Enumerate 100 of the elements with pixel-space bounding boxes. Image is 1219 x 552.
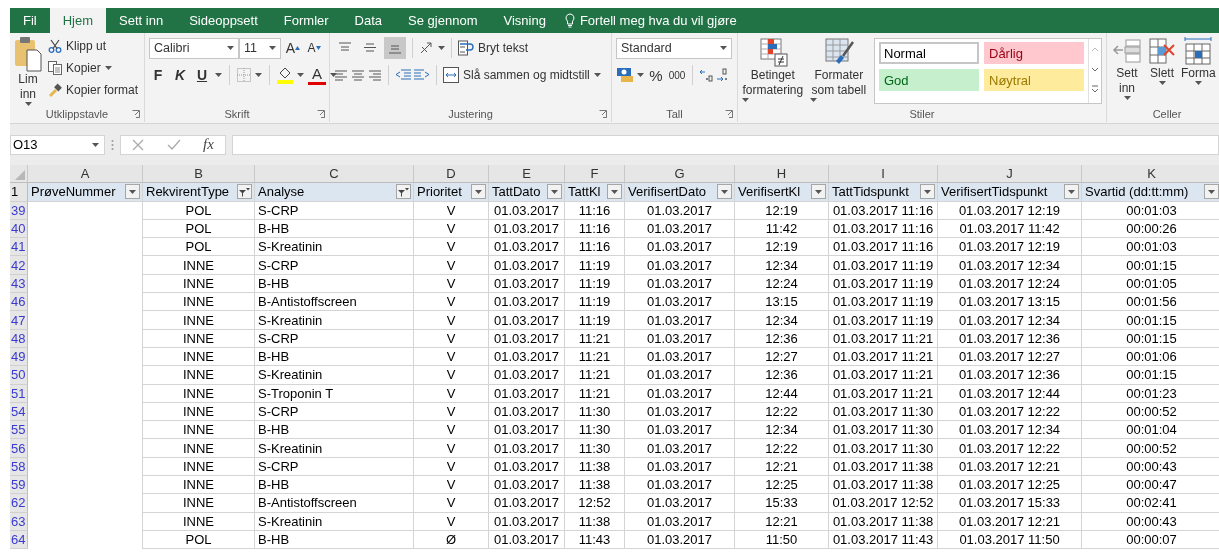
currency-icon[interactable] <box>616 67 634 83</box>
filter-dropdown-button[interactable] <box>471 184 486 200</box>
ribbon-tab[interactable]: Sideoppsett <box>176 8 271 33</box>
bold-button[interactable]: F <box>149 64 167 86</box>
ribbon-tab[interactable]: Data <box>341 8 396 33</box>
cell-style[interactable]: Normal <box>879 42 979 64</box>
filter-dropdown-button[interactable] <box>125 184 140 200</box>
caret-icon[interactable] <box>215 73 222 77</box>
ribbon-tab[interactable]: Se gjennom <box>395 8 491 33</box>
row-number[interactable]: 59 <box>10 476 28 495</box>
caret-icon[interactable] <box>809 98 817 102</box>
check-icon[interactable] <box>166 138 181 151</box>
filter-dropdown-button[interactable] <box>237 184 252 200</box>
row-number[interactable]: 46 <box>10 293 28 312</box>
column-header[interactable]: H <box>735 165 829 184</box>
caret-icon[interactable] <box>1194 81 1202 85</box>
dialog-launcher-icon[interactable] <box>317 109 325 118</box>
caret-icon[interactable] <box>255 73 262 77</box>
caret-icon[interactable] <box>593 73 601 77</box>
dialog-launcher-icon[interactable] <box>725 109 733 118</box>
filter-dropdown-button[interactable] <box>920 184 935 200</box>
column-header[interactable]: D <box>414 165 489 184</box>
dialog-launcher-icon[interactable] <box>599 109 607 118</box>
row-number[interactable]: 56 <box>10 439 28 458</box>
filter-dropdown-button[interactable] <box>1064 184 1079 200</box>
insert-cells-button[interactable]: Sett inn <box>1111 36 1143 105</box>
wrap-text-button[interactable]: Bryt tekst <box>458 38 528 58</box>
caret-icon[interactable] <box>227 46 234 50</box>
left-align-icon[interactable] <box>334 69 348 81</box>
paste-button[interactable]: Lim inn <box>14 36 42 105</box>
caret-icon[interactable] <box>92 142 99 147</box>
underline-button[interactable]: U <box>193 64 211 86</box>
column-header[interactable]: K <box>1082 165 1219 184</box>
filter-dropdown-button[interactable] <box>547 184 562 200</box>
format-painter-button[interactable]: Kopier format <box>48 80 139 100</box>
delete-cells-button[interactable]: Slett <box>1146 36 1178 105</box>
insert-function-button[interactable]: fx <box>202 136 214 153</box>
filter-dropdown-button[interactable] <box>607 184 622 200</box>
cell-style[interactable]: God <box>879 69 979 91</box>
ribbon-tab[interactable]: Formler <box>270 8 342 33</box>
row-number[interactable]: 55 <box>10 421 28 440</box>
shrink-font-button[interactable]: A <box>305 37 323 59</box>
merge-center-button[interactable]: Slå sammen og midtstill <box>443 65 601 85</box>
ribbon-tab[interactable]: Hjem <box>49 8 107 33</box>
tell-me-field[interactable]: Fortell meg hva du vil gjøre <box>579 13 737 28</box>
font-size-dropdown[interactable]: 11 <box>239 37 281 59</box>
orientation-icon[interactable] <box>419 41 435 55</box>
format-as-table-button[interactable]: Formater som tabell <box>809 36 868 105</box>
caret-icon[interactable] <box>104 66 112 70</box>
copy-button[interactable]: Kopier <box>48 58 139 78</box>
column-header[interactable]: E <box>489 165 565 184</box>
decrease-decimal-icon[interactable] <box>716 68 730 82</box>
decrease-indent-icon[interactable] <box>395 69 411 81</box>
increase-decimal-icon[interactable] <box>699 68 713 82</box>
filter-dropdown-button[interactable] <box>1204 184 1219 200</box>
column-header[interactable]: A <box>28 165 143 184</box>
cell-style[interactable]: Dårlig <box>984 42 1084 64</box>
name-box[interactable]: O13 <box>10 134 105 155</box>
row-number[interactable]: 1 <box>10 183 28 202</box>
filter-dropdown-button[interactable] <box>717 184 732 200</box>
cut-button[interactable]: Klipp ut <box>48 36 139 56</box>
column-header[interactable]: C <box>255 165 414 184</box>
column-header[interactable]: I <box>829 165 938 184</box>
caret-icon[interactable] <box>269 46 276 50</box>
column-header[interactable]: J <box>938 165 1082 184</box>
caret-icon[interactable] <box>742 98 749 102</box>
row-number[interactable]: 42 <box>10 256 28 275</box>
filter-dropdown-button[interactable] <box>396 184 411 200</box>
caret-icon[interactable] <box>330 73 337 77</box>
increase-indent-icon[interactable] <box>414 69 430 81</box>
ribbon-tab[interactable]: Visning <box>490 8 559 33</box>
font-color-button[interactable]: A <box>308 65 326 85</box>
column-header[interactable]: B <box>143 165 255 184</box>
format-cells-button[interactable]: Forma <box>1181 36 1216 105</box>
caret-icon[interactable] <box>720 46 727 50</box>
caret-icon[interactable] <box>1158 81 1166 85</box>
filter-dropdown-button[interactable] <box>811 184 826 200</box>
percent-button[interactable]: % <box>647 64 665 86</box>
row-number[interactable]: 47 <box>10 311 28 330</box>
italic-button[interactable]: K <box>171 64 189 86</box>
caret-icon[interactable] <box>438 46 445 50</box>
column-header[interactable]: F <box>565 165 625 184</box>
grow-font-button[interactable]: A <box>284 37 302 59</box>
caret-icon[interactable] <box>24 102 32 106</box>
row-number[interactable]: 62 <box>10 494 28 513</box>
font-name-dropdown[interactable]: Calibri <box>149 37 239 59</box>
caret-icon[interactable] <box>297 73 304 77</box>
caret-icon[interactable] <box>1123 96 1131 100</box>
formula-field[interactable] <box>232 134 1219 155</box>
row-number[interactable]: 50 <box>10 366 28 385</box>
thousands-button[interactable]: 000 <box>668 64 686 86</box>
caret-icon[interactable] <box>637 73 644 77</box>
fill-color-icon[interactable] <box>277 66 293 84</box>
conditional-formatting-button[interactable]: Betinget formatering <box>742 36 804 105</box>
ribbon-tab[interactable]: Fil <box>10 8 50 33</box>
number-format-dropdown[interactable]: Standard <box>616 37 732 59</box>
row-number[interactable]: 41 <box>10 238 28 257</box>
cell-style[interactable]: Nøytral <box>984 69 1084 91</box>
column-header[interactable]: G <box>625 165 735 184</box>
ribbon-tab[interactable]: Sett inn <box>106 8 177 33</box>
